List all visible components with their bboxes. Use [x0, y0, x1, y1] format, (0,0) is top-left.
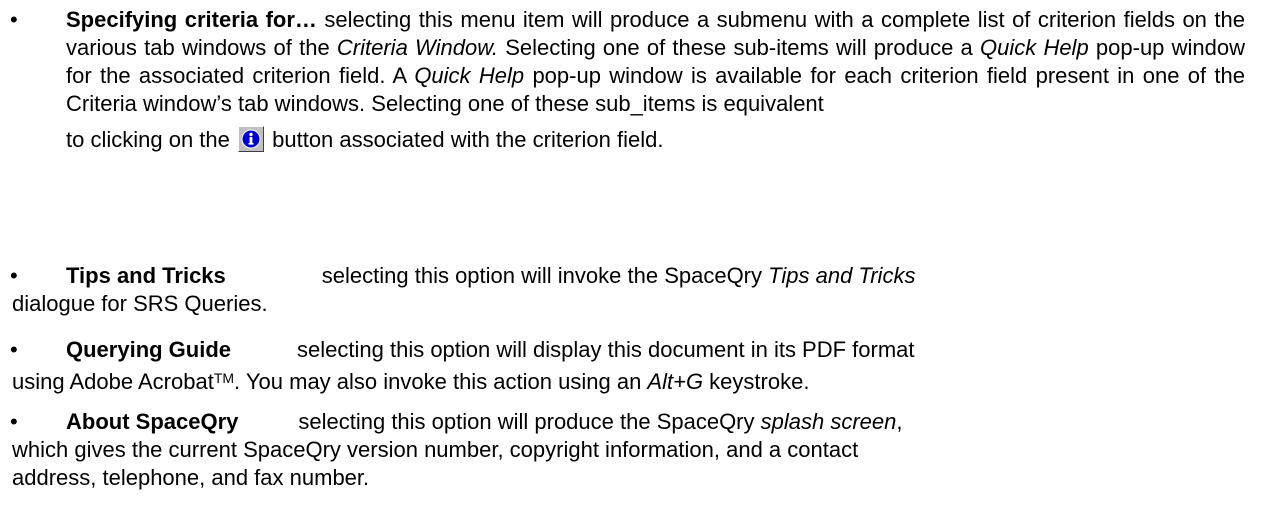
item-text-tail: address, telephone, and fax number. [12, 464, 1245, 492]
item-body: selecting this option will invoke the Sp… [321, 263, 769, 288]
item-body: , [896, 409, 903, 434]
item-body: button associated with the criterion fie… [272, 127, 664, 152]
item-emphasis: Quick Help [979, 35, 1089, 60]
item-text: Tips and Tricks selecting this option wil… [66, 262, 1245, 290]
item-text-tail: to clicking on the button associated wit… [66, 126, 1245, 154]
list-item-querying-guide: • Querying Guide selecting this option wi… [10, 336, 1245, 396]
item-emphasis: Alt+G [647, 369, 704, 394]
item-term: About SpaceQry [66, 409, 239, 434]
item-emphasis: splash screen [760, 409, 897, 434]
document-page: • Specifying criteria for… selecting thi… [0, 0, 1263, 509]
list-item-tips-and-tricks: • Tips and Tricks selecting this option w… [10, 262, 1245, 318]
item-term: Specifying criteria for… [66, 7, 317, 32]
item-term: Querying Guide [66, 337, 232, 362]
item-text-tail: using Adobe AcrobatTM. You may also invo… [12, 364, 1245, 396]
item-text-tail: dialogue for SRS Queries. [12, 290, 1245, 318]
item-body: Selecting one of these sub-items will pr… [497, 35, 980, 60]
list-item-about-spaceqry: • About SpaceQry selecting this option wi… [10, 408, 1245, 492]
item-body: . You may also invoke this action using … [234, 369, 648, 394]
item-body: keystroke. [703, 369, 810, 394]
item-body: address, telephone, and fax number. [12, 465, 370, 490]
item-emphasis: Quick Help [414, 63, 525, 88]
list-item-specifying-criteria: • Specifying criteria for… selecting thi… [10, 6, 1245, 154]
item-text: About SpaceQry selecting this option will… [66, 408, 1245, 436]
item-emphasis: Criteria Window. [336, 35, 498, 60]
bullet: • [10, 263, 18, 288]
bullet: • [10, 7, 18, 32]
item-term: Tips and Tricks [66, 263, 226, 288]
item-text: Specifying criteria for… selecting this … [66, 6, 1245, 118]
item-body: selecting this option will display this … [297, 337, 915, 362]
info-icon [238, 126, 264, 152]
item-body: to clicking on the [66, 127, 230, 152]
item-emphasis: Tips and Tricks [768, 263, 916, 288]
item-body: using Adobe Acrobat [12, 369, 214, 394]
item-body: which gives the current SpaceQry version… [12, 437, 859, 462]
item-body: selecting this option will produce the S… [298, 409, 761, 434]
bullet: • [10, 409, 18, 434]
trademark: TM [213, 370, 235, 386]
bullet: • [10, 337, 18, 362]
item-text-tail: which gives the current SpaceQry version… [12, 436, 1245, 464]
item-body: dialogue for SRS Queries. [12, 291, 268, 316]
item-text: Querying Guide selecting this option will… [66, 336, 1245, 364]
